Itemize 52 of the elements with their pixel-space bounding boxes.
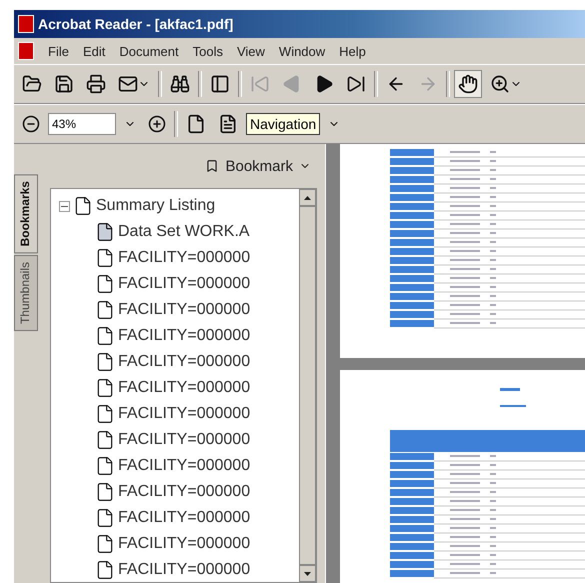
collapse-toggle[interactable]	[59, 200, 70, 212]
hand-icon	[458, 74, 478, 94]
menu-item[interactable]: Tools	[192, 44, 223, 58]
bookmark-item[interactable]: FACILITY=000000	[118, 561, 250, 579]
bookmark-item[interactable]: FACILITY=000000	[118, 249, 250, 267]
window-title: Acrobat Reader - [akfac1.pdf]	[38, 16, 234, 32]
menu-item[interactable]: File	[48, 44, 69, 58]
bookmark-item[interactable]: FACILITY=000000	[118, 483, 250, 501]
bookmark-item[interactable]: FACILITY=000000	[118, 353, 250, 371]
bookmark-item[interactable]: FACILITY=000000	[118, 275, 250, 293]
find-icon	[170, 74, 190, 94]
hand-button[interactable]	[454, 70, 482, 98]
panel-icon	[210, 74, 230, 94]
app-logo-icon	[18, 42, 34, 60]
page-icon	[73, 196, 93, 216]
bookmark-item[interactable]: FACILITY=000000	[118, 327, 250, 345]
menu-item[interactable]: Help	[339, 44, 366, 58]
app-logo-icon	[18, 15, 34, 33]
page-icon	[186, 114, 206, 134]
menu-item[interactable]: View	[236, 44, 265, 58]
bookmark-item[interactable]: FACILITY=000000	[118, 457, 250, 475]
zoom-out-icon	[22, 115, 40, 133]
bookmark-item[interactable]: FACILITY=000000	[118, 431, 250, 449]
down-arrow-icon	[304, 572, 311, 576]
bookmark-item[interactable]: FACILITY=000000	[118, 301, 250, 319]
side-tab[interactable]: Thumbnails	[14, 255, 38, 332]
save-icon	[54, 74, 74, 94]
last-icon	[346, 74, 366, 94]
side-tab[interactable]: Bookmarks	[14, 174, 38, 254]
bookmark-item[interactable]: Data Set WORK.A	[118, 223, 250, 241]
scrollbar[interactable]	[299, 189, 316, 582]
menu-item[interactable]: Document	[119, 44, 179, 58]
bookmark-item[interactable]: FACILITY=000000	[118, 379, 250, 397]
bookmark-item[interactable]: FACILITY=000000	[118, 509, 250, 527]
bookmark-item[interactable]: FACILITY=000000	[118, 405, 250, 423]
bookmark-menu-button[interactable]: Bookmark	[199, 156, 317, 176]
zoom-icon	[490, 74, 510, 94]
email-icon	[118, 74, 138, 94]
bookmark-item[interactable]: Summary Listing	[96, 197, 216, 215]
tooltip: Navigation	[246, 113, 320, 135]
zoom-in-icon	[148, 115, 166, 133]
menu-item[interactable]: Window	[278, 44, 326, 58]
first-icon	[250, 74, 270, 94]
up-arrow-icon	[304, 196, 311, 200]
bookmark-icon	[205, 159, 220, 173]
open-icon	[22, 74, 42, 94]
zoom-field[interactable]: 43%	[48, 113, 116, 135]
bookmark-item[interactable]: FACILITY=000000	[118, 535, 250, 553]
print-icon	[86, 74, 106, 94]
menu-item[interactable]: Edit	[82, 44, 106, 58]
document-icon	[218, 114, 238, 134]
splitter[interactable]	[325, 144, 336, 583]
